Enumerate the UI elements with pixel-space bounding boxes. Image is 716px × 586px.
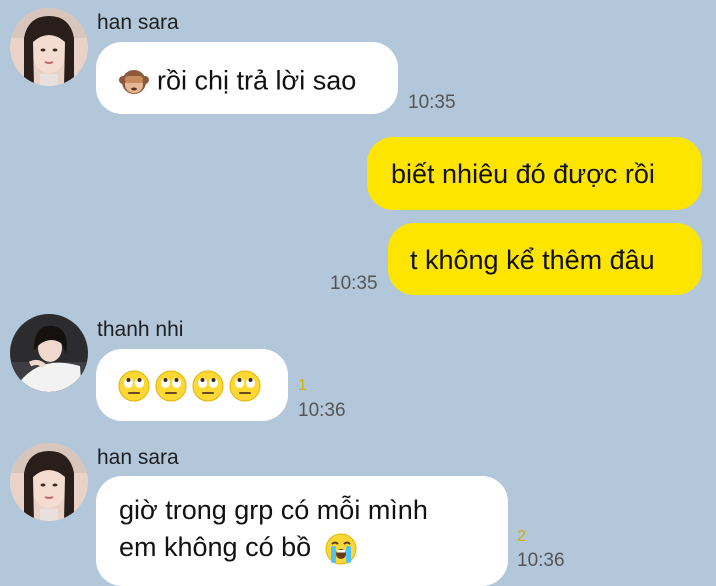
face-with-rolling-eyes-icon xyxy=(192,370,224,402)
avatar-han-sara[interactable] xyxy=(10,8,88,86)
sender-name: thanh nhi xyxy=(97,318,184,341)
avatar-thanh-nhi[interactable] xyxy=(10,314,88,392)
message-timestamp: 10:36 xyxy=(517,550,565,571)
face-with-rolling-eyes-icon xyxy=(229,370,261,402)
message-timestamp: 10:35 xyxy=(330,273,378,294)
face-with-rolling-eyes-icon xyxy=(118,370,150,402)
unread-count: 2 xyxy=(517,528,526,545)
unread-count: 1 xyxy=(298,377,307,394)
message-text-line-1: giờ trong grp có mỗi mình xyxy=(119,495,428,525)
message-text: rồi chị trả lời sao xyxy=(157,65,357,96)
message-bubble[interactable]: giờ trong grp có mỗi mình em không có bồ xyxy=(96,476,508,586)
message-text: biết nhiêu đó được rồi xyxy=(391,159,655,189)
sender-name: han sara xyxy=(97,11,179,34)
face-with-rolling-eyes-icon xyxy=(155,370,187,402)
avatar-han-sara[interactable] xyxy=(10,443,88,521)
see-no-evil-monkey-icon xyxy=(119,66,149,96)
message-bubble[interactable]: t không kể thêm đâu xyxy=(388,223,702,295)
loudly-crying-face-icon xyxy=(325,533,357,565)
message-bubble[interactable] xyxy=(96,349,288,421)
message-text: t không kể thêm đâu xyxy=(410,245,655,275)
message-bubble[interactable]: rồi chị trả lời sao xyxy=(96,42,398,114)
message-bubble[interactable]: biết nhiêu đó được rồi xyxy=(367,137,702,210)
message-timestamp: 10:35 xyxy=(408,92,456,113)
message-text-line-2-row: em không có bồ xyxy=(119,529,508,566)
sender-name: han sara xyxy=(97,446,179,469)
message-text-line-2: em không có bồ xyxy=(119,532,312,562)
message-timestamp: 10:36 xyxy=(298,400,346,421)
